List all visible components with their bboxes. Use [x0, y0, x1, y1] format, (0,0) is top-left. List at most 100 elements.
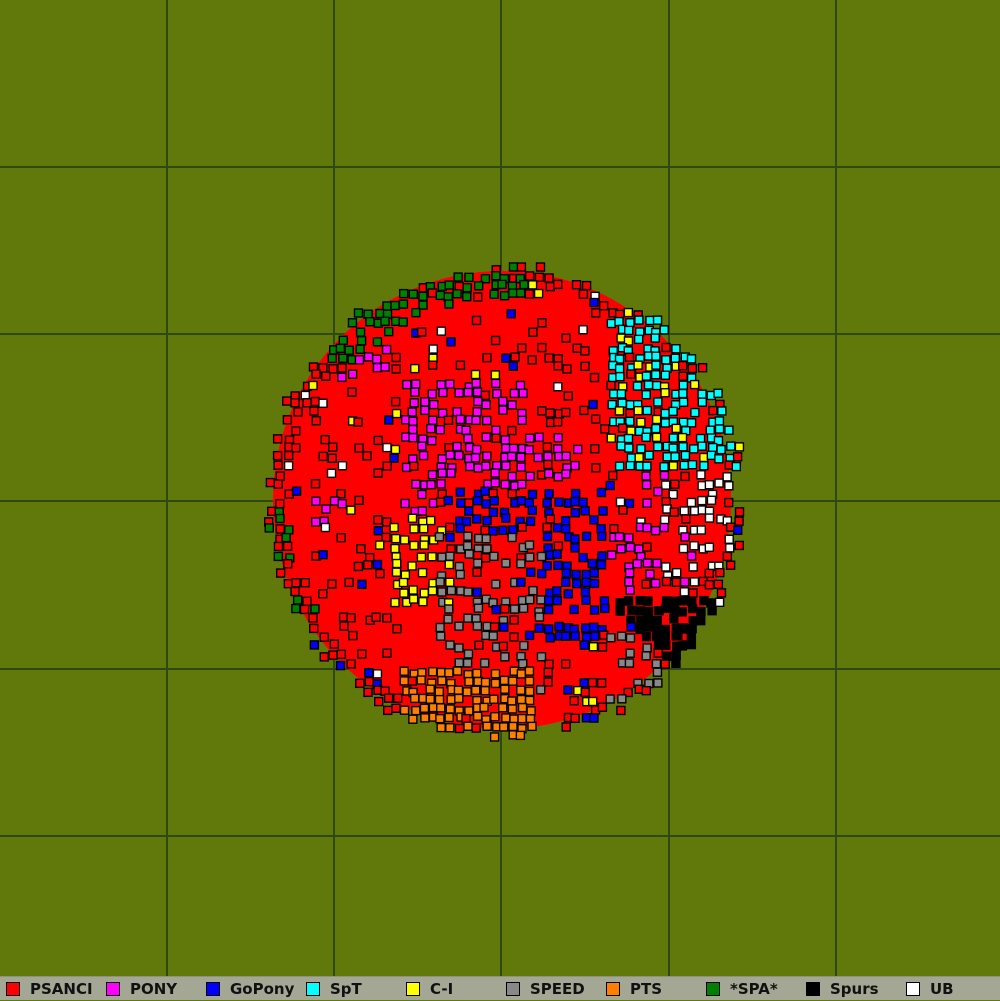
territory-cell — [589, 372, 600, 383]
territory-cell — [400, 498, 410, 509]
territory-cell — [623, 307, 634, 318]
territory-cell — [543, 677, 553, 687]
territory-cell — [291, 426, 301, 436]
territory-cell — [507, 400, 517, 410]
territory-cell — [501, 558, 511, 568]
territory-cell — [471, 444, 482, 455]
territory-cell — [636, 417, 646, 428]
territory-cell — [491, 604, 501, 615]
territory-cell — [380, 316, 390, 327]
territory-cell — [573, 444, 583, 455]
territory-cell — [516, 558, 526, 569]
territory-cell — [310, 478, 321, 489]
territory-cell — [372, 559, 383, 570]
territory-cell — [542, 561, 552, 571]
territory-cell — [545, 408, 555, 418]
territory-cell — [560, 516, 571, 526]
territory-cell — [544, 488, 554, 499]
territory-cell — [590, 414, 601, 424]
territory-cell — [347, 318, 358, 328]
territory-cell — [706, 598, 716, 608]
territory-cell — [508, 721, 518, 732]
territory-cell — [616, 631, 627, 641]
territory-cell — [580, 346, 590, 356]
territory-cell — [463, 433, 473, 444]
territory-cell — [659, 522, 669, 533]
territory-cell — [282, 396, 292, 406]
territory-cell — [437, 676, 447, 686]
territory-cell — [428, 344, 438, 354]
territory-cell — [507, 532, 517, 543]
territory-cell — [273, 551, 284, 562]
territory-cell — [714, 597, 725, 608]
territory-cell — [641, 371, 652, 381]
territory-cell — [436, 722, 446, 733]
territory-cell — [275, 524, 285, 534]
territory-cell — [642, 542, 652, 552]
territory-map[interactable] — [0, 0, 1000, 976]
territory-cell — [626, 426, 636, 436]
territory-cell — [491, 425, 501, 435]
territory-cell — [283, 578, 294, 589]
territory-cell — [589, 578, 600, 589]
territory-cell — [678, 543, 689, 554]
territory-cell — [445, 532, 455, 543]
territory-cell — [418, 450, 429, 461]
territory-cell — [309, 406, 319, 416]
territory-cell — [399, 676, 410, 686]
territory-cell — [427, 586, 438, 596]
territory-cell — [310, 604, 320, 614]
territory-cell — [671, 567, 682, 578]
territory-cell — [455, 360, 466, 371]
territory-cell — [491, 433, 501, 443]
territory-cell — [275, 568, 286, 578]
territory-cell — [668, 406, 678, 417]
territory-cell — [302, 398, 312, 408]
territory-cell — [624, 352, 635, 362]
territory-cell — [653, 441, 663, 452]
territory-cell — [389, 453, 399, 463]
legend-label: PTS — [630, 979, 663, 998]
territory-cell — [407, 513, 418, 523]
territory-cell — [500, 684, 510, 694]
territory-cell — [653, 648, 663, 658]
territory-cell — [435, 622, 445, 633]
territory-cell — [660, 408, 670, 419]
territory-cell — [689, 541, 699, 551]
territory-cell — [697, 397, 707, 407]
territory-cell — [714, 424, 725, 434]
territory-cell — [543, 667, 553, 678]
territory-cell — [501, 713, 511, 723]
territory-cell — [641, 471, 651, 481]
territory-cell — [399, 535, 410, 545]
territory-cell — [590, 443, 600, 454]
territory-cell — [679, 506, 690, 516]
territory-cell — [581, 577, 591, 588]
territory-cell — [507, 704, 518, 714]
legend-swatch — [906, 981, 920, 996]
territory-cell — [365, 317, 375, 327]
territory-cell — [642, 405, 652, 416]
territory-cell — [501, 353, 511, 363]
territory-cell — [481, 415, 492, 426]
territory-cell — [589, 713, 599, 723]
territory-cell — [290, 398, 300, 408]
legend-label: GoPony — [230, 979, 295, 998]
territory-cell — [671, 344, 681, 354]
territory-cell — [524, 433, 535, 443]
territory-cell — [606, 318, 617, 329]
territory-cell — [402, 379, 412, 390]
territory-cell — [372, 337, 383, 347]
territory-cell — [409, 461, 419, 471]
map-canvas[interactable] — [0, 0, 1000, 976]
territory-cell — [398, 288, 409, 299]
territory-cell — [688, 588, 698, 598]
legend-item: *SPA* — [700, 977, 800, 1001]
territory-cell — [552, 549, 562, 559]
territory-cell — [482, 515, 492, 526]
territory-cell — [445, 723, 455, 733]
territory-cell — [282, 415, 293, 425]
territory-cell — [723, 497, 734, 508]
territory-cell — [510, 352, 520, 362]
territory-cell — [704, 579, 715, 590]
